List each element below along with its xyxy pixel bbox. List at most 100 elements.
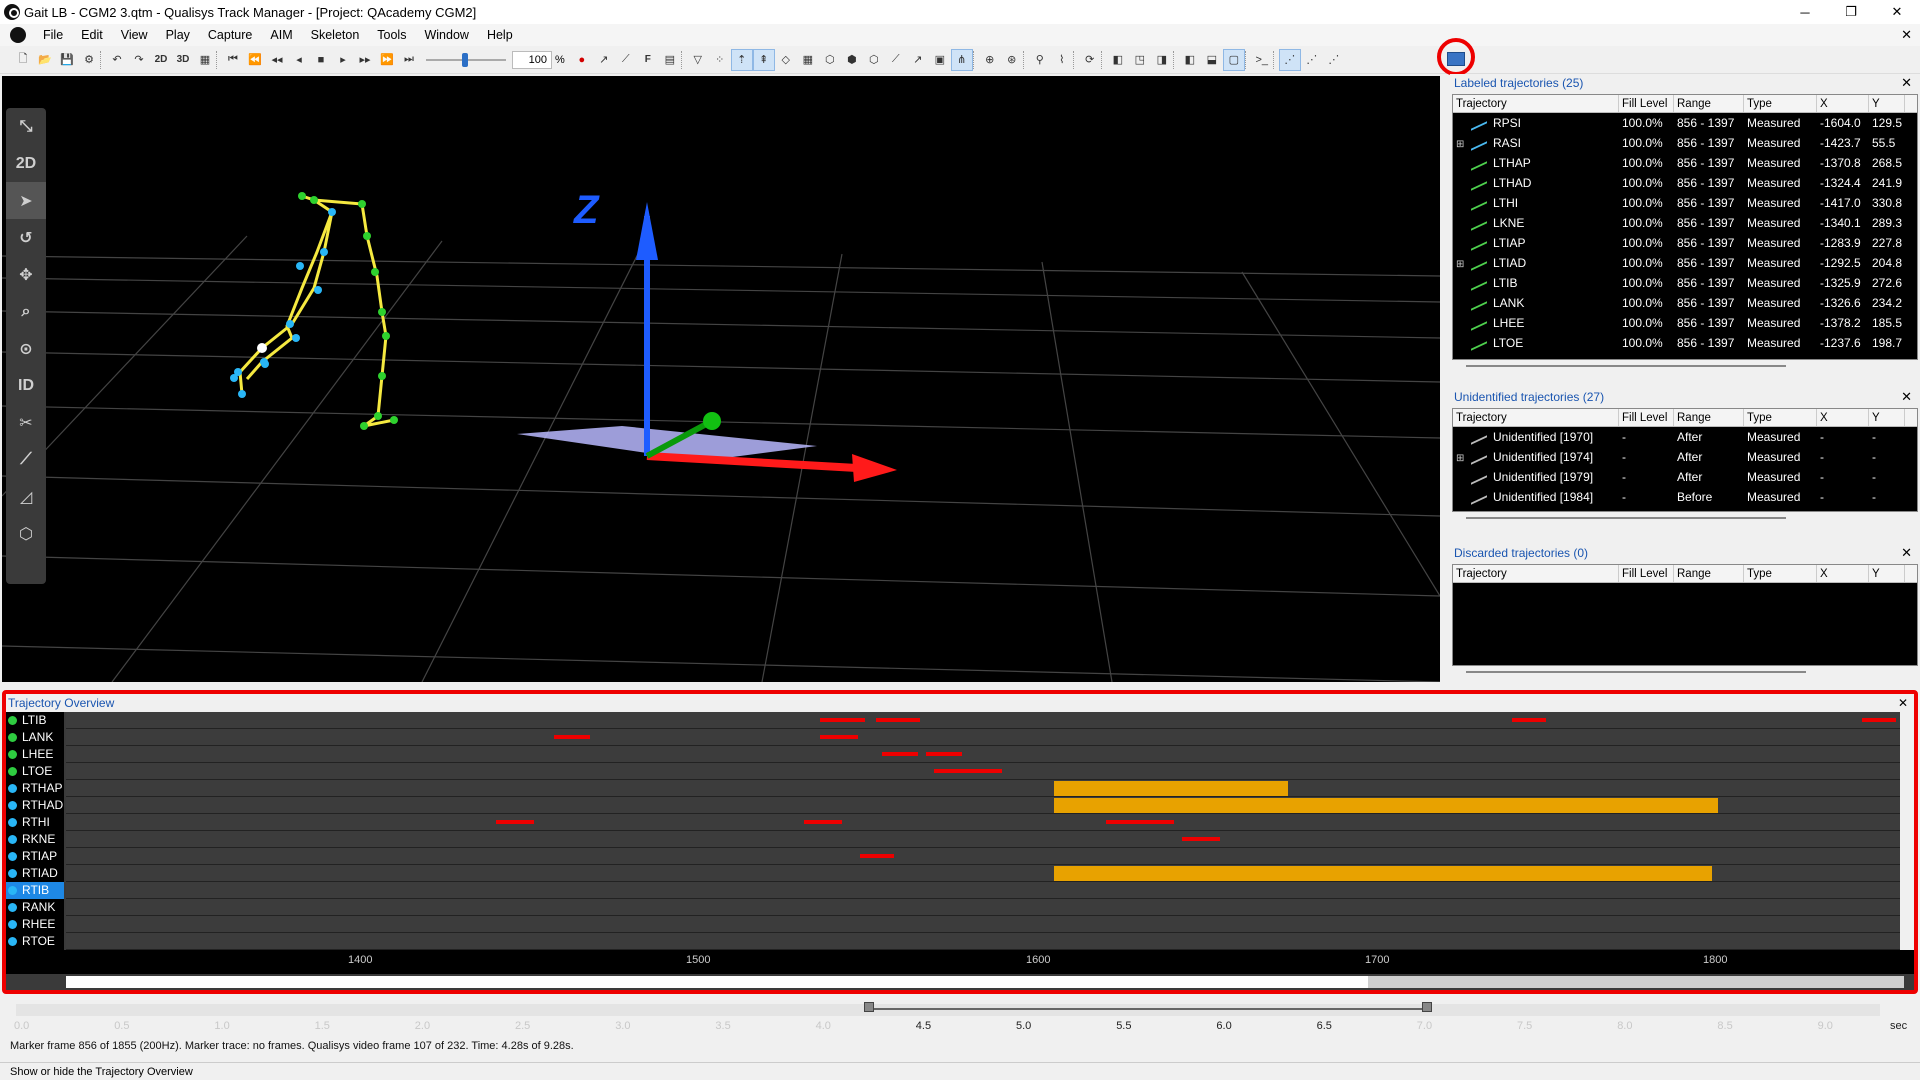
gap-segment[interactable] (860, 854, 894, 858)
table-row[interactable]: LANK 100.0% 856 - 1397 Measured -1326.6 234.2 (1453, 293, 1917, 313)
overview-name-ltoe[interactable]: LTOE (6, 763, 64, 780)
side-2d-button[interactable]: 2D (6, 145, 46, 182)
expand-icon[interactable]: ⊞ (1456, 449, 1467, 467)
header-fill-level[interactable]: Fill Level (1619, 565, 1674, 582)
overview-name-rank[interactable]: RANK (6, 899, 64, 916)
overview-row-ltib[interactable] (66, 712, 1904, 729)
play-icon[interactable]: ▸ (332, 49, 354, 71)
menu-play[interactable]: Play (157, 24, 199, 46)
select-marker-icon[interactable]: ⇡ (730, 48, 753, 71)
menu-edit[interactable]: Edit (72, 24, 112, 46)
stop-icon[interactable]: ■ (310, 49, 332, 71)
plane-view-icon[interactable]: ◇ (775, 49, 797, 71)
table-row[interactable]: ⊞ Unidentified [1974] - After Measured - - (1453, 447, 1917, 467)
close-document-button[interactable]: ✕ (1901, 24, 1912, 46)
marker-id-icon[interactable]: ⁘ (709, 49, 731, 71)
header-y[interactable]: Y (1869, 565, 1905, 582)
table-row[interactable]: LHEE 100.0% 856 - 1397 Measured -1378.2 185.5 (1453, 313, 1917, 333)
timeline-start-handle[interactable] (864, 1002, 874, 1012)
menu-tools[interactable]: Tools (368, 24, 415, 46)
close-unidentified-panel-button[interactable]: ✕ (1901, 388, 1912, 406)
gap-segment[interactable] (804, 820, 842, 824)
header-type[interactable]: Type (1744, 95, 1817, 112)
marker-display-icon[interactable]: ⋰ (1278, 48, 1301, 71)
overview-row-lhee[interactable] (66, 746, 1904, 763)
select-pointer-icon[interactable]: ➤ (6, 182, 46, 219)
gap-segment[interactable] (1106, 820, 1174, 824)
overview-row-ltoe[interactable] (66, 763, 1904, 780)
gap-segment[interactable] (820, 735, 858, 739)
marker-color-icon[interactable]: ⋰ (1301, 49, 1323, 71)
table-row[interactable]: Unidentified [1984] - Before Measured - - (1453, 487, 1917, 507)
select-trajectory-icon[interactable]: ⇞ (752, 48, 775, 71)
overview-row-rthad[interactable] (66, 797, 1904, 814)
minimize-button[interactable]: ─ (1782, 0, 1828, 24)
expand-icon[interactable]: ⊞ (1456, 255, 1467, 273)
overview-gap-bars[interactable] (66, 712, 1904, 950)
view-2d-button[interactable]: 2D (150, 49, 172, 71)
document-logo-icon[interactable] (10, 27, 26, 43)
unidentified-hscroll[interactable] (1452, 514, 1918, 522)
labeled-hscroll[interactable] (1452, 362, 1918, 370)
header-trajectory[interactable]: Trajectory (1453, 95, 1619, 112)
close-window-button[interactable]: ✕ (1874, 0, 1920, 24)
menu-aim[interactable]: AIM (261, 24, 301, 46)
3d-view[interactable]: Z ⤡ 2D ➤ ↺ ✥ ⌕ ⊙ ID ✂ ⟋ ◿ ⬡ (2, 76, 1440, 682)
overview-name-rthi[interactable]: RTHI (6, 814, 64, 831)
header-range[interactable]: Range (1674, 95, 1744, 112)
trajectory-overview-toggle-button[interactable] (1437, 38, 1475, 76)
menu-help[interactable]: Help (478, 24, 522, 46)
overview-name-rkne[interactable]: RKNE (6, 831, 64, 848)
step-back-icon[interactable]: ◂◂ (266, 49, 288, 71)
overview-row-rkne[interactable] (66, 831, 1904, 848)
filled-gap-segment[interactable] (1054, 781, 1288, 796)
terminal-icon[interactable]: >_ (1251, 49, 1273, 71)
scroll-thumb[interactable] (1368, 976, 1904, 988)
gap-segment[interactable] (1862, 718, 1896, 722)
gap-segment[interactable] (882, 752, 918, 756)
unidentified-table[interactable]: Trajectory Fill Level Range Type X Y Uni… (1452, 408, 1918, 512)
gap-segment[interactable] (496, 820, 534, 824)
rotate-icon[interactable]: ↺ (6, 219, 46, 256)
header-fill-level[interactable]: Fill Level (1619, 409, 1674, 426)
layout-right-icon[interactable]: ◨ (1151, 49, 1173, 71)
overview-name-rthad[interactable]: RTHAD (6, 797, 64, 814)
volume-box-icon[interactable]: ⬡ (6, 515, 46, 552)
menu-capture[interactable]: Capture (199, 24, 261, 46)
layout-window-icon[interactable]: ◳ (1129, 49, 1151, 71)
refresh-icon[interactable]: ⟳ (1079, 49, 1101, 71)
panel-bottom-icon[interactable]: ⬓ (1201, 49, 1223, 71)
gap-segment[interactable] (876, 718, 920, 722)
playback-speed-slider[interactable] (426, 49, 506, 71)
maximize-button[interactable]: ❐ (1828, 0, 1874, 24)
header-x[interactable]: X (1817, 95, 1869, 112)
gap-segment[interactable] (820, 718, 865, 722)
timeline-end-handle[interactable] (1422, 1002, 1432, 1012)
force-plate-icon[interactable]: ↗ (907, 49, 929, 71)
filled-gap-segment[interactable] (1054, 866, 1712, 881)
menu-window[interactable]: Window (415, 24, 477, 46)
floor-grid-icon[interactable]: ▦ (797, 49, 819, 71)
overview-row-rthap[interactable] (66, 780, 1904, 797)
header-fill-level[interactable]: Fill Level (1619, 95, 1674, 112)
layout-left-icon[interactable]: ◧ (1107, 49, 1129, 71)
overview-hscroll[interactable] (66, 976, 1904, 988)
scroll-thumb[interactable] (1466, 671, 1806, 673)
center-view-icon[interactable]: ⊙ (6, 330, 46, 367)
filled-gap-segment[interactable] (1054, 798, 1718, 813)
rigid-body-icon[interactable]: ⬢ (841, 49, 863, 71)
overview-vscroll[interactable] (1900, 712, 1914, 950)
table-row[interactable]: ⊞ LTIAD 100.0% 856 - 1397 Measured -1292.5 204… (1453, 253, 1917, 273)
overview-name-rtiap[interactable]: RTIAP (6, 848, 64, 865)
open-folder-icon[interactable]: 📂 (34, 49, 56, 71)
save-icon[interactable]: 💾 (56, 49, 78, 71)
trajectory-tool-icon[interactable]: ↗ (593, 49, 615, 71)
playback-speed-input[interactable]: 100 (512, 50, 552, 69)
translate-icon[interactable]: ✥ (6, 256, 46, 293)
marker-trace-icon[interactable]: ⋰ (1323, 49, 1345, 71)
side-id-button[interactable]: ID (6, 367, 46, 404)
header-type[interactable]: Type (1744, 565, 1817, 582)
close-labeled-panel-button[interactable]: ✕ (1901, 74, 1912, 92)
header-x[interactable]: X (1817, 565, 1869, 582)
bone-tool-icon[interactable]: ⟋ (615, 49, 637, 71)
